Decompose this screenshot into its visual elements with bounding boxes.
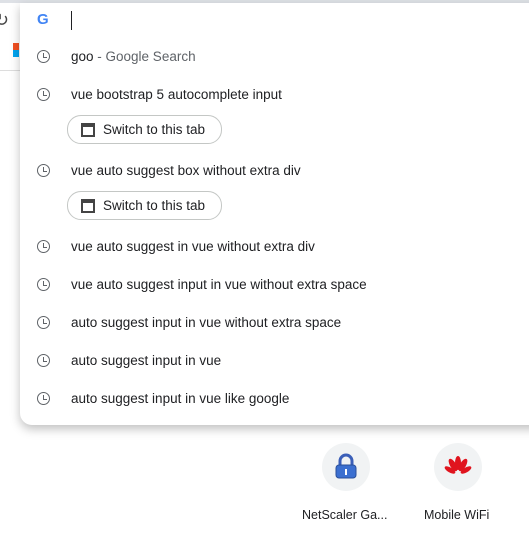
- google-icon: G: [37, 11, 49, 28]
- reload-icon[interactable]: ↻: [0, 10, 9, 31]
- suggestion-text: auto suggest input in vue like google: [71, 391, 290, 406]
- suggestion-text: vue bootstrap 5 autocomplete input: [71, 87, 282, 102]
- clock-icon: [37, 88, 50, 101]
- suggestion-item[interactable]: auto suggest input in vue like google: [20, 381, 529, 417]
- clock-icon: [37, 164, 50, 177]
- clock-icon: [37, 392, 50, 405]
- suggestion-text: auto suggest input in vue: [71, 353, 222, 368]
- tab-icon: [81, 123, 95, 137]
- clock-icon: [37, 354, 50, 367]
- switch-to-tab-button[interactable]: Switch to this tab: [67, 191, 222, 220]
- omnibox-dropdown: G goo - Google Search vue bootstrap 5 au…: [20, 3, 529, 425]
- divider: [0, 70, 20, 71]
- clock-icon: [37, 50, 50, 63]
- suggestion-item[interactable]: auto suggest input in vue: [20, 343, 529, 379]
- switch-to-tab-button[interactable]: Switch to this tab: [67, 115, 222, 144]
- clock-icon: [37, 240, 50, 253]
- suggestion-text: vue auto suggest input in vue without ex…: [71, 277, 367, 292]
- lock-icon: [335, 453, 357, 479]
- suggestion-item[interactable]: vue bootstrap 5 autocomplete input: [20, 77, 529, 113]
- tab-icon: [81, 199, 95, 213]
- suggestion-text: goo: [71, 49, 94, 64]
- clock-icon: [37, 278, 50, 291]
- suggestion-suffix: - Google Search: [93, 49, 196, 64]
- suggestion-text: vue auto suggest box without extra div: [71, 163, 301, 178]
- omnibox-input[interactable]: G: [20, 3, 529, 37]
- shortcut-label: Mobile WiFi: [424, 508, 490, 522]
- shortcut-mobile-wifi[interactable]: [434, 443, 482, 491]
- suggestion-item[interactable]: goo - Google Search: [20, 39, 529, 75]
- suggestion-text: vue auto suggest in vue without extra di…: [71, 239, 315, 254]
- chip-label: Switch to this tab: [103, 122, 206, 137]
- text-cursor: [71, 11, 72, 30]
- clock-icon: [37, 316, 50, 329]
- huawei-icon: [444, 456, 472, 474]
- shortcut-label: NetScaler Ga...: [302, 508, 388, 522]
- chip-label: Switch to this tab: [103, 198, 206, 213]
- suggestion-item[interactable]: auto suggest input in vue without extra …: [20, 305, 529, 341]
- suggestion-item[interactable]: vue auto suggest in vue without extra di…: [20, 229, 529, 265]
- suggestion-item[interactable]: vue auto suggest input in vue without ex…: [20, 267, 529, 303]
- shortcut-netscaler[interactable]: [322, 443, 370, 491]
- bookmark-favicon[interactable]: [13, 43, 19, 57]
- suggestion-item[interactable]: vue auto suggest box without extra div: [20, 153, 529, 189]
- suggestion-text: auto suggest input in vue without extra …: [71, 315, 342, 330]
